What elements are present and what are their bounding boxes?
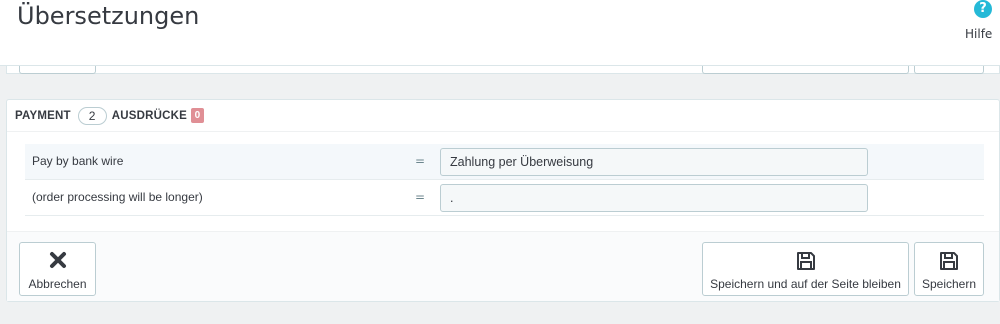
save-and-stay-label: Speichern und auf der Seite bleiben xyxy=(710,277,901,291)
table-row: Pay by bank wire = xyxy=(25,144,984,180)
save-icon xyxy=(795,250,817,275)
save-label: Speichern xyxy=(921,277,977,291)
help-icon: ? xyxy=(974,0,992,18)
help-link[interactable]: ? Hilfe xyxy=(960,0,1000,50)
payment-panel: PAYMENT 2 AUSDRÜCKE 0 Pay by bank wire =… xyxy=(6,99,1000,302)
missing-translations-badge: 0 xyxy=(191,108,204,123)
expressions-label: AUSDRÜCKE xyxy=(111,109,187,122)
panel-heading-title: PAYMENT xyxy=(15,109,71,122)
previous-cancel-button[interactable] xyxy=(19,66,96,74)
page-header: Übersetzungen ? Hilfe xyxy=(0,0,1000,66)
equals-sign: = xyxy=(415,190,426,204)
page-title: Übersetzungen xyxy=(17,2,200,30)
cancel-button[interactable]: Abbrechen xyxy=(19,242,96,296)
translation-input[interactable] xyxy=(440,148,868,176)
panel-footer: Abbrechen Speichern und auf der Seite bl… xyxy=(7,231,999,301)
panel-heading: PAYMENT 2 AUSDRÜCKE 0 xyxy=(7,100,999,132)
source-text: Pay by bank wire xyxy=(32,154,124,168)
previous-save-stay-button[interactable] xyxy=(702,66,909,74)
cancel-label: Abbrechen xyxy=(28,277,87,291)
save-icon xyxy=(938,250,960,275)
equals-sign: = xyxy=(415,154,426,168)
close-icon xyxy=(48,250,68,273)
table-row: (order processing will be longer) = xyxy=(25,180,984,216)
save-button[interactable]: Speichern xyxy=(914,242,984,296)
translation-table: Pay by bank wire = (order processing wil… xyxy=(25,144,984,216)
previous-save-button[interactable] xyxy=(914,66,984,74)
source-text: (order processing will be longer) xyxy=(32,190,203,204)
help-label: Hilfe xyxy=(965,27,993,41)
expression-count-badge: 2 xyxy=(77,106,107,125)
translation-input[interactable] xyxy=(440,184,868,212)
save-and-stay-button[interactable]: Speichern und auf der Seite bleiben xyxy=(702,242,909,296)
